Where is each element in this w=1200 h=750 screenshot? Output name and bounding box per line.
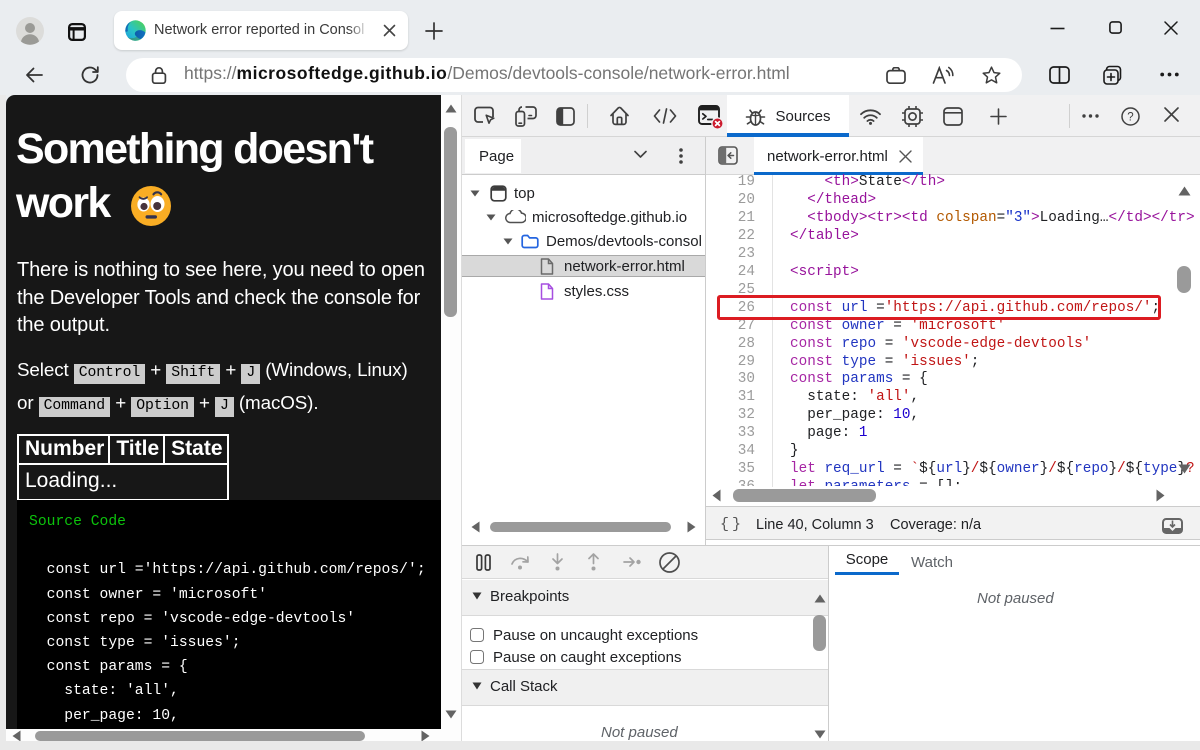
svg-text:?: ? <box>1127 112 1133 124</box>
